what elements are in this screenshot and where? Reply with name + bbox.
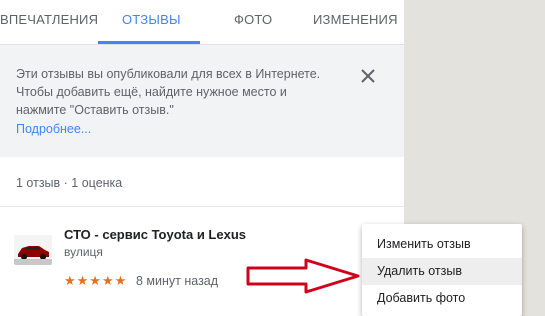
menu-item-edit-review[interactable]: Изменить отзыв	[362, 231, 522, 258]
close-icon	[361, 69, 375, 83]
tab-reviews[interactable]: ОТЗЫВЫ	[122, 0, 181, 44]
review-time: 8 минут назад	[136, 274, 219, 288]
notice-text: Эти отзывы вы опубликовали для всех в Ин…	[16, 65, 336, 119]
close-notice-button[interactable]	[356, 64, 380, 88]
tab-bar: ВПЕЧАТЛЕНИЯ ОТЗЫВЫ ФОТО ИЗМЕНЕНИЯ	[0, 0, 404, 45]
active-tab-indicator	[98, 41, 200, 44]
tab-impressions[interactable]: ВПЕЧАТЛЕНИЯ	[0, 0, 98, 44]
notice-line: нажмите "Оставить отзыв."	[16, 103, 174, 117]
car-photo-icon	[14, 235, 52, 265]
menu-item-add-photo[interactable]: Добавить фото	[362, 285, 522, 312]
info-notice: Эти отзывы вы опубликовали для всех в Ин…	[0, 45, 404, 157]
tab-edits[interactable]: ИЗМЕНЕНИЯ	[313, 0, 398, 44]
place-address: вулиця	[64, 245, 103, 259]
place-thumbnail[interactable]	[14, 235, 52, 265]
review-summary: 1 отзыв · 1 оценка	[16, 176, 123, 190]
star-rating: ★★★★★	[64, 273, 128, 288]
menu-item-delete-review[interactable]: Удалить отзыв	[362, 258, 522, 285]
review-context-menu: Изменить отзыв Удалить отзыв Добавить фо…	[362, 224, 522, 316]
notice-line: Чтобы добавить ещё, найдите нужное место…	[16, 85, 287, 99]
notice-line: Эти отзывы вы опубликовали для всех в Ин…	[16, 67, 321, 81]
place-name[interactable]: СТО - сервис Toyota и Lexus	[64, 227, 246, 242]
red-arrow-annotation	[246, 258, 360, 294]
learn-more-link[interactable]: Подробнее...	[16, 122, 91, 136]
tab-photos[interactable]: ФОТО	[234, 0, 272, 44]
